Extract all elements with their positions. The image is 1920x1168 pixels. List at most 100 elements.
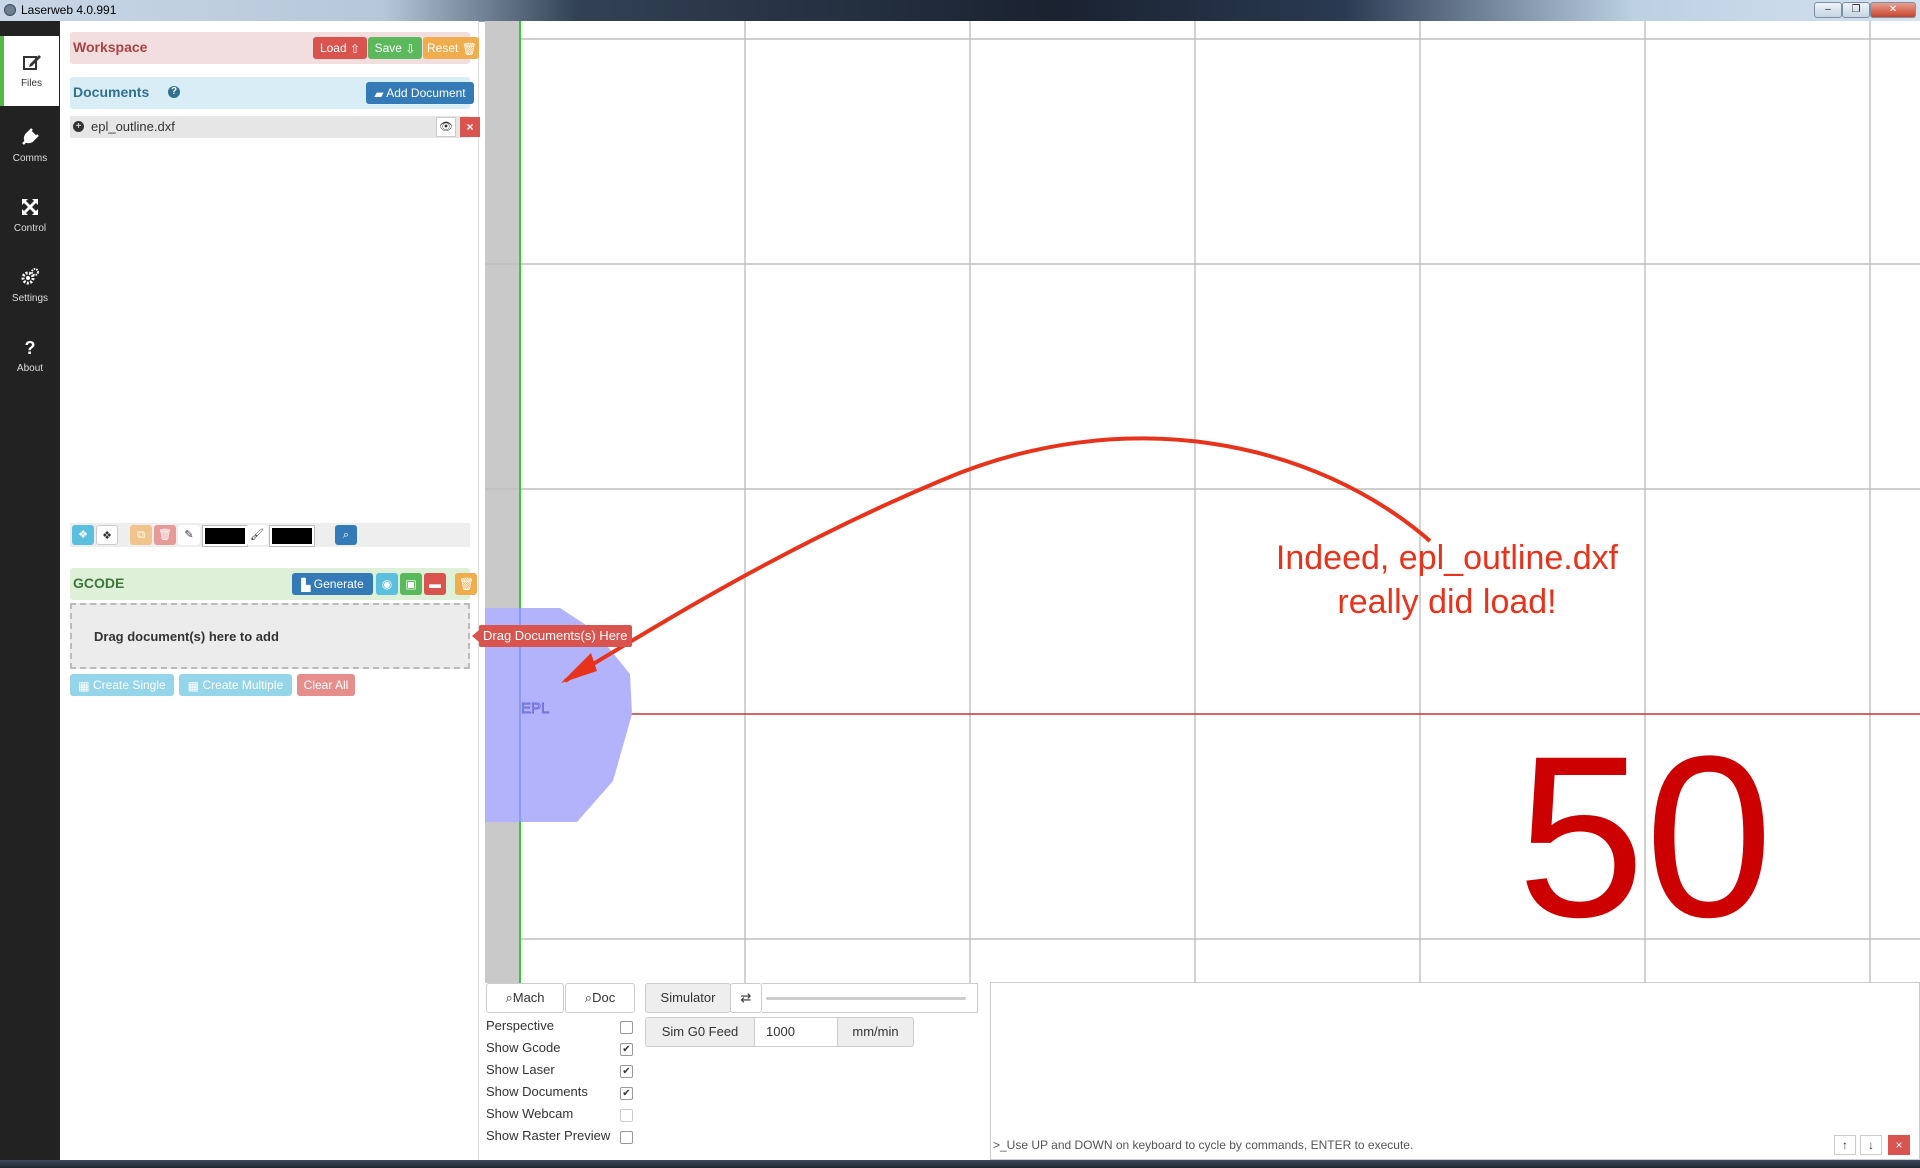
- simulator-track[interactable]: [762, 983, 978, 1013]
- option-show-documents[interactable]: Show Documents ✔: [486, 1084, 633, 1104]
- sidebar-item-comms[interactable]: Comms: [0, 111, 60, 181]
- documents-header: Documents ? ▰ Add Document: [70, 77, 474, 109]
- document-tool-row: ❖ ❖ ⧉ 🗑 ✎ 🖌 ⌕: [70, 523, 470, 547]
- stroke-color-swatch[interactable]: [202, 525, 248, 547]
- shape-label: EPL: [521, 700, 549, 717]
- minimize-button[interactable]: –: [1814, 2, 1842, 18]
- gcode-header: GCODE ▙ Generate ◉ ▣ ▬ 🗑: [70, 568, 477, 600]
- gcode-dropzone[interactable]: Drag document(s) here to add: [70, 603, 470, 669]
- generate-button[interactable]: ▙ Generate: [292, 573, 373, 595]
- show-documents-checkbox[interactable]: ✔: [620, 1087, 633, 1100]
- remove-document-button[interactable]: ×: [460, 117, 480, 137]
- option-show-gcode[interactable]: Show Gcode ✔: [486, 1040, 633, 1060]
- workspace-header: Workspace Load ⇧ Save ⇩ Reset 🗑: [70, 32, 479, 64]
- select-all-icon[interactable]: ❖: [72, 525, 94, 545]
- load-workspace-button[interactable]: Load ⇧: [313, 37, 367, 59]
- sidebar-item-label: Comms: [12, 153, 48, 164]
- title-bar: Laserweb 4.0.991 – ❐ ✕: [0, 0, 1920, 22]
- arrows-icon: [22, 199, 38, 215]
- history-down-button[interactable]: ↓: [1860, 1135, 1882, 1155]
- show-raster-preview-checkbox[interactable]: [620, 1131, 633, 1144]
- arrow-up-icon: ↑: [1842, 1138, 1848, 1152]
- fill-brush-icon: 🖌: [246, 525, 268, 545]
- upload-icon: ⇧: [349, 41, 361, 56]
- mach-view-button[interactable]: ⌕Mach: [486, 983, 564, 1013]
- sidebar-item-label: Files: [20, 78, 43, 89]
- annotation-line-1: Indeed, epl_outline.dxf: [1276, 539, 1619, 577]
- sidebar-item-about[interactable]: ? About: [0, 321, 60, 391]
- delete-icon[interactable]: 🗑: [154, 525, 176, 545]
- copy-icon[interactable]: ⧉: [130, 525, 152, 545]
- close-icon: ×: [1895, 1138, 1903, 1152]
- visibility-toggle-icon[interactable]: 👁: [436, 117, 456, 137]
- create-single-icon: ▦: [78, 678, 90, 693]
- option-show-webcam[interactable]: Show Webcam: [486, 1106, 633, 1126]
- clear-console-button[interactable]: ×: [1888, 1135, 1910, 1155]
- grid-scale-label: 50: [1517, 708, 1773, 965]
- perspective-checkbox[interactable]: [620, 1021, 633, 1034]
- search-icon[interactable]: ⌕: [335, 525, 357, 545]
- dropzone-text: Drag document(s) here to add: [94, 629, 279, 644]
- simulator-swap-button[interactable]: ⇄: [730, 983, 762, 1013]
- swap-arrows-icon: ⇄: [740, 990, 752, 1005]
- reset-workspace-button[interactable]: Reset 🗑: [423, 37, 479, 59]
- 3d-viewport[interactable]: EPL 50 Indeed, epl_outline.dxf really di…: [485, 21, 1920, 983]
- edit-icon: [22, 55, 41, 70]
- sim-feed-unit: mm/min: [837, 1017, 914, 1047]
- drag-tooltip: Drag Documents(s) Here: [472, 625, 640, 647]
- deselect-icon[interactable]: ❖: [96, 525, 118, 545]
- chart-icon: ▙: [301, 577, 311, 592]
- simulator-label: Simulator: [645, 983, 731, 1013]
- option-show-laser[interactable]: Show Laser ✔: [486, 1062, 633, 1082]
- show-webcam-checkbox[interactable]: [620, 1109, 633, 1122]
- create-multiple-button[interactable]: ▦ Create Multiple: [179, 674, 292, 696]
- sidebar-item-files[interactable]: Files: [0, 36, 59, 106]
- doc-view-button[interactable]: ⌕Doc: [565, 983, 635, 1013]
- eye-icon: ◉: [381, 577, 393, 591]
- show-laser-checkbox[interactable]: ✔: [620, 1065, 633, 1078]
- download-icon: ⇩: [405, 41, 416, 56]
- console-hint: >_Use UP and DOWN on keyboard to cycle b…: [993, 1138, 1414, 1152]
- option-perspective[interactable]: Perspective: [486, 1018, 633, 1038]
- trash-icon: 🗑: [459, 577, 475, 591]
- open-gcode-button[interactable]: ▬: [424, 573, 446, 595]
- save-gcode-button[interactable]: ▣: [400, 573, 422, 595]
- tooltip-caret: [472, 630, 479, 642]
- document-row[interactable]: + epl_outline.dxf 👁 ×: [70, 116, 480, 138]
- history-up-button[interactable]: ↑: [1834, 1135, 1856, 1155]
- clear-gcode-button[interactable]: 🗑: [455, 573, 477, 595]
- plug-icon: [22, 128, 39, 145]
- add-document-button[interactable]: ▰ Add Document: [366, 82, 474, 104]
- fill-color-swatch[interactable]: [269, 525, 315, 547]
- stroke-pencil-icon: ✎: [178, 525, 200, 545]
- documents-title: Documents: [73, 84, 150, 100]
- grid-canvas: EPL 50 Indeed, epl_outline.dxf really di…: [485, 21, 1920, 983]
- clear-all-button[interactable]: Clear All: [297, 674, 355, 696]
- console-panel[interactable]: >_Use UP and DOWN on keyboard to cycle b…: [990, 982, 1920, 1160]
- window-title: Laserweb 4.0.991: [21, 3, 117, 17]
- sidebar-item-label: About: [16, 363, 44, 374]
- close-window-button[interactable]: ✕: [1870, 2, 1916, 18]
- folder-icon: ▬: [429, 577, 441, 591]
- files-panel: Workspace Load ⇧ Save ⇩ Reset 🗑 Document…: [60, 21, 480, 1160]
- save-workspace-button[interactable]: Save ⇩: [368, 37, 422, 59]
- question-icon: ?: [25, 338, 36, 357]
- preview-gcode-button[interactable]: ◉: [376, 573, 398, 595]
- help-icon[interactable]: ?: [168, 86, 180, 98]
- gcode-title: GCODE: [73, 575, 125, 591]
- sidebar-item-control[interactable]: Control: [0, 181, 60, 251]
- sim-feed-input[interactable]: 1000: [754, 1017, 838, 1047]
- restore-button[interactable]: ❐: [1842, 2, 1870, 18]
- app-icon: [4, 4, 16, 16]
- gears-icon: [21, 268, 39, 285]
- expand-icon[interactable]: +: [73, 121, 84, 132]
- simulator-slider[interactable]: [766, 997, 966, 1000]
- workspace-title: Workspace: [73, 39, 148, 55]
- os-taskbar: [0, 1160, 1920, 1168]
- show-gcode-checkbox[interactable]: ✔: [620, 1043, 633, 1056]
- sidebar-item-label: Control: [13, 223, 47, 234]
- sidebar-item-settings[interactable]: Settings: [0, 251, 60, 321]
- option-show-raster-preview[interactable]: Show Raster Preview: [486, 1128, 633, 1148]
- document-name[interactable]: epl_outline.dxf: [91, 119, 175, 134]
- create-single-button[interactable]: ▦ Create Single: [70, 674, 174, 696]
